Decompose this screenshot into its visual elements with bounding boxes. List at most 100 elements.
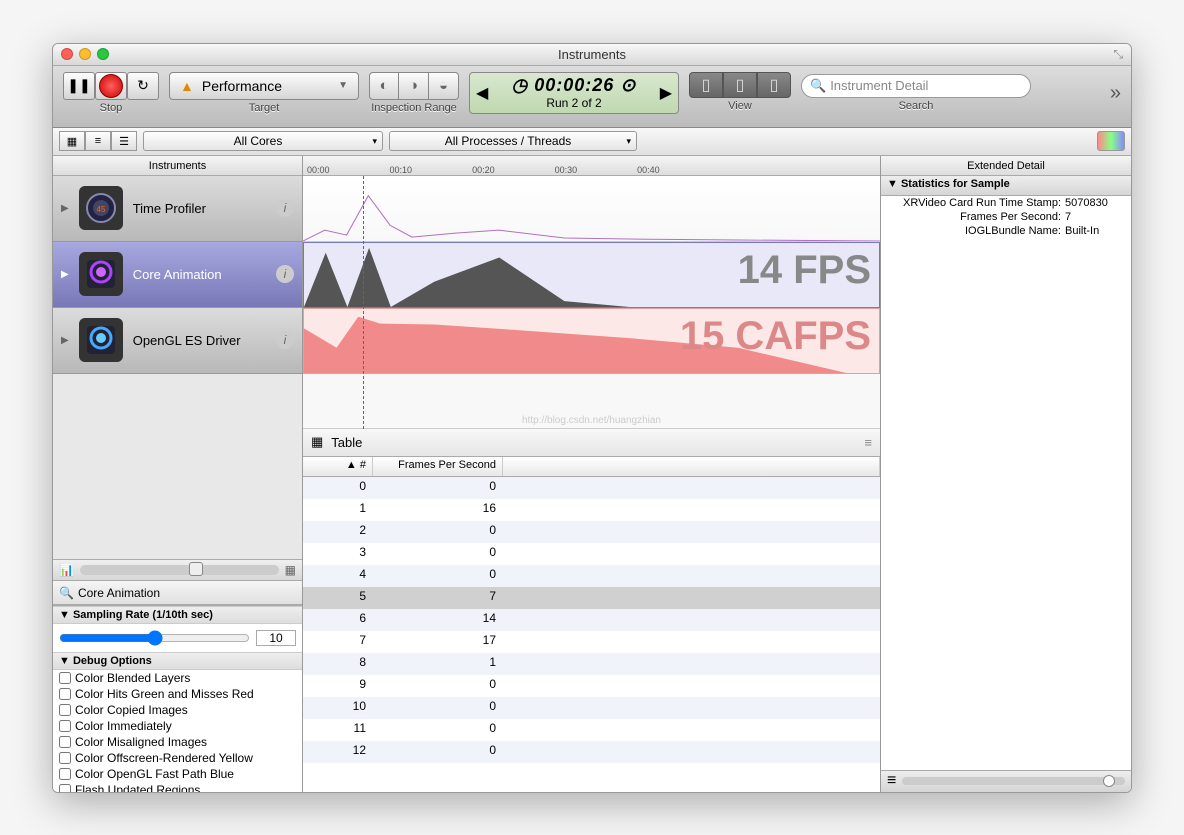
checkbox[interactable] [59, 784, 71, 792]
col-number[interactable]: ▲ # [303, 457, 373, 476]
cell-number: 10 [303, 697, 373, 719]
debug-option[interactable]: Color Blended Layers [53, 670, 302, 686]
debug-options-header[interactable]: ▼ Debug Options [53, 652, 302, 670]
table-row[interactable]: 81 [303, 653, 880, 675]
run-next-button[interactable]: ▶ [660, 83, 672, 103]
zoom-slider[interactable] [80, 565, 279, 575]
table-row[interactable]: 120 [303, 741, 880, 763]
instrument-time-profiler[interactable]: ▶ 45 Time Profiler i [53, 176, 302, 242]
option-label: Color OpenGL Fast Path Blue [75, 767, 234, 781]
cell-fps: 0 [373, 719, 503, 741]
icon-view-button[interactable]: ▦ [59, 131, 85, 151]
target-selector[interactable]: ▲ Performance ▼ [169, 72, 359, 100]
search-group: 🔍 Instrument Detail Search [801, 72, 1031, 112]
playhead[interactable] [363, 176, 364, 429]
instrument-core-animation[interactable]: ▶ Core Animation i [53, 242, 302, 308]
table-row[interactable]: 20 [303, 521, 880, 543]
h-scrollbar[interactable] [902, 777, 1125, 785]
track-core-animation[interactable]: 14 FPS [303, 242, 880, 308]
table-header: ▲ # Frames Per Second [303, 457, 880, 477]
disclosure-icon[interactable]: ▶ [61, 335, 69, 346]
view-mid-button[interactable]: ▯ [723, 72, 757, 98]
disclosure-icon[interactable]: ▶ [61, 269, 69, 280]
view-label: View [728, 100, 752, 112]
record-button[interactable] [95, 72, 127, 100]
info-icon[interactable]: i [276, 331, 294, 349]
record-group: ❚❚ ↻ Stop [63, 72, 159, 114]
color-legend-button[interactable] [1097, 131, 1125, 151]
cell-number: 5 [303, 587, 373, 609]
stat-row: IOGLBundle Name:Built-In [881, 224, 1131, 238]
sampling-rate-header[interactable]: ▼ Sampling Rate (1/10th sec) [53, 606, 302, 624]
table-body[interactable]: 00116203040576147178190100110120 [303, 477, 880, 792]
sampling-value[interactable]: 10 [256, 630, 296, 646]
tick: 00:10 [390, 165, 413, 175]
table-row[interactable]: 90 [303, 675, 880, 697]
table-row[interactable]: 116 [303, 499, 880, 521]
view-right-button[interactable]: ▯ [757, 72, 791, 98]
track-opengl[interactable]: 15 CAFPS [303, 308, 880, 374]
info-icon[interactable]: i [276, 265, 294, 283]
sampling-slider[interactable] [59, 630, 250, 646]
cores-dropdown[interactable]: All Cores [143, 131, 383, 151]
debug-option[interactable]: Flash Updated Regions [53, 782, 302, 792]
checkbox[interactable] [59, 768, 71, 780]
timeline-ruler[interactable]: 00:00 00:10 00:20 00:30 00:40 [303, 156, 880, 176]
table-row[interactable]: 110 [303, 719, 880, 741]
disclosure-icon[interactable]: ▶ [61, 203, 69, 214]
checkbox[interactable] [59, 752, 71, 764]
cell-number: 3 [303, 543, 373, 565]
inspection-start-button[interactable]: ◐ [369, 72, 399, 100]
pause-button[interactable]: ❚❚ [63, 72, 95, 100]
table-row[interactable]: 30 [303, 543, 880, 565]
chart-icon[interactable]: 📊 [59, 563, 74, 577]
col-fps[interactable]: Frames Per Second [373, 457, 503, 476]
info-icon[interactable]: i [276, 199, 294, 217]
track-spacer: http://blog.csdn.net/huangzhian [303, 374, 880, 429]
table-row[interactable]: 00 [303, 477, 880, 499]
debug-option[interactable]: Color OpenGL Fast Path Blue [53, 766, 302, 782]
debug-option[interactable]: Color Misaligned Images [53, 734, 302, 750]
cell-number: 8 [303, 653, 373, 675]
checkbox[interactable] [59, 672, 71, 684]
table-row[interactable]: 57 [303, 587, 880, 609]
table-row[interactable]: 100 [303, 697, 880, 719]
details-header: ▦ Table ≡ [303, 429, 880, 457]
details-mode[interactable]: Table [331, 435, 362, 450]
checkbox[interactable] [59, 704, 71, 716]
watermark: http://blog.csdn.net/huangzhian [522, 415, 661, 426]
debug-option[interactable]: Color Hits Green and Misses Red [53, 686, 302, 702]
inspection-end-button[interactable]: ◒ [429, 72, 459, 100]
checkbox[interactable] [59, 736, 71, 748]
checkbox[interactable] [59, 720, 71, 732]
inspection-mid-button[interactable]: ◑ [399, 72, 429, 100]
stat-value: 5070830 [1065, 197, 1125, 209]
run-prev-button[interactable]: ◀ [476, 83, 488, 103]
instrument-opengl-driver[interactable]: ▶ OpenGL ES Driver i [53, 308, 302, 374]
chevron-down-icon: ▼ [338, 80, 348, 91]
track-time-profiler[interactable] [303, 176, 880, 242]
detail-view-button[interactable]: ☰ [111, 131, 137, 151]
search-input[interactable]: 🔍 Instrument Detail [801, 74, 1031, 98]
hamburger-icon[interactable]: ≡ [887, 772, 896, 790]
config-title: Core Animation [78, 586, 160, 600]
extended-pane: Extended Detail ▼ Statistics for Sample … [881, 156, 1131, 792]
list-view-button[interactable]: ≡ [85, 131, 111, 151]
debug-option[interactable]: Color Copied Images [53, 702, 302, 718]
grid-icon[interactable]: ▦ [285, 563, 296, 577]
processes-dropdown[interactable]: All Processes / Threads [389, 131, 637, 151]
debug-option[interactable]: Color Immediately [53, 718, 302, 734]
mini-toolbar: 📊 ▦ [53, 559, 302, 581]
loop-button[interactable]: ↻ [127, 72, 159, 100]
details-menu-icon[interactable]: ≡ [864, 435, 872, 450]
opengl-icon [79, 318, 123, 362]
debug-option[interactable]: Color Offscreen-Rendered Yellow [53, 750, 302, 766]
stats-section-header[interactable]: ▼ Statistics for Sample [881, 176, 1131, 196]
checkbox[interactable] [59, 688, 71, 700]
table-row[interactable]: 40 [303, 565, 880, 587]
table-row[interactable]: 717 [303, 631, 880, 653]
table-row[interactable]: 614 [303, 609, 880, 631]
view-left-button[interactable]: ▯ [689, 72, 723, 98]
option-label: Flash Updated Regions [75, 783, 200, 792]
toolbar-overflow-icon[interactable]: » [1110, 82, 1121, 105]
